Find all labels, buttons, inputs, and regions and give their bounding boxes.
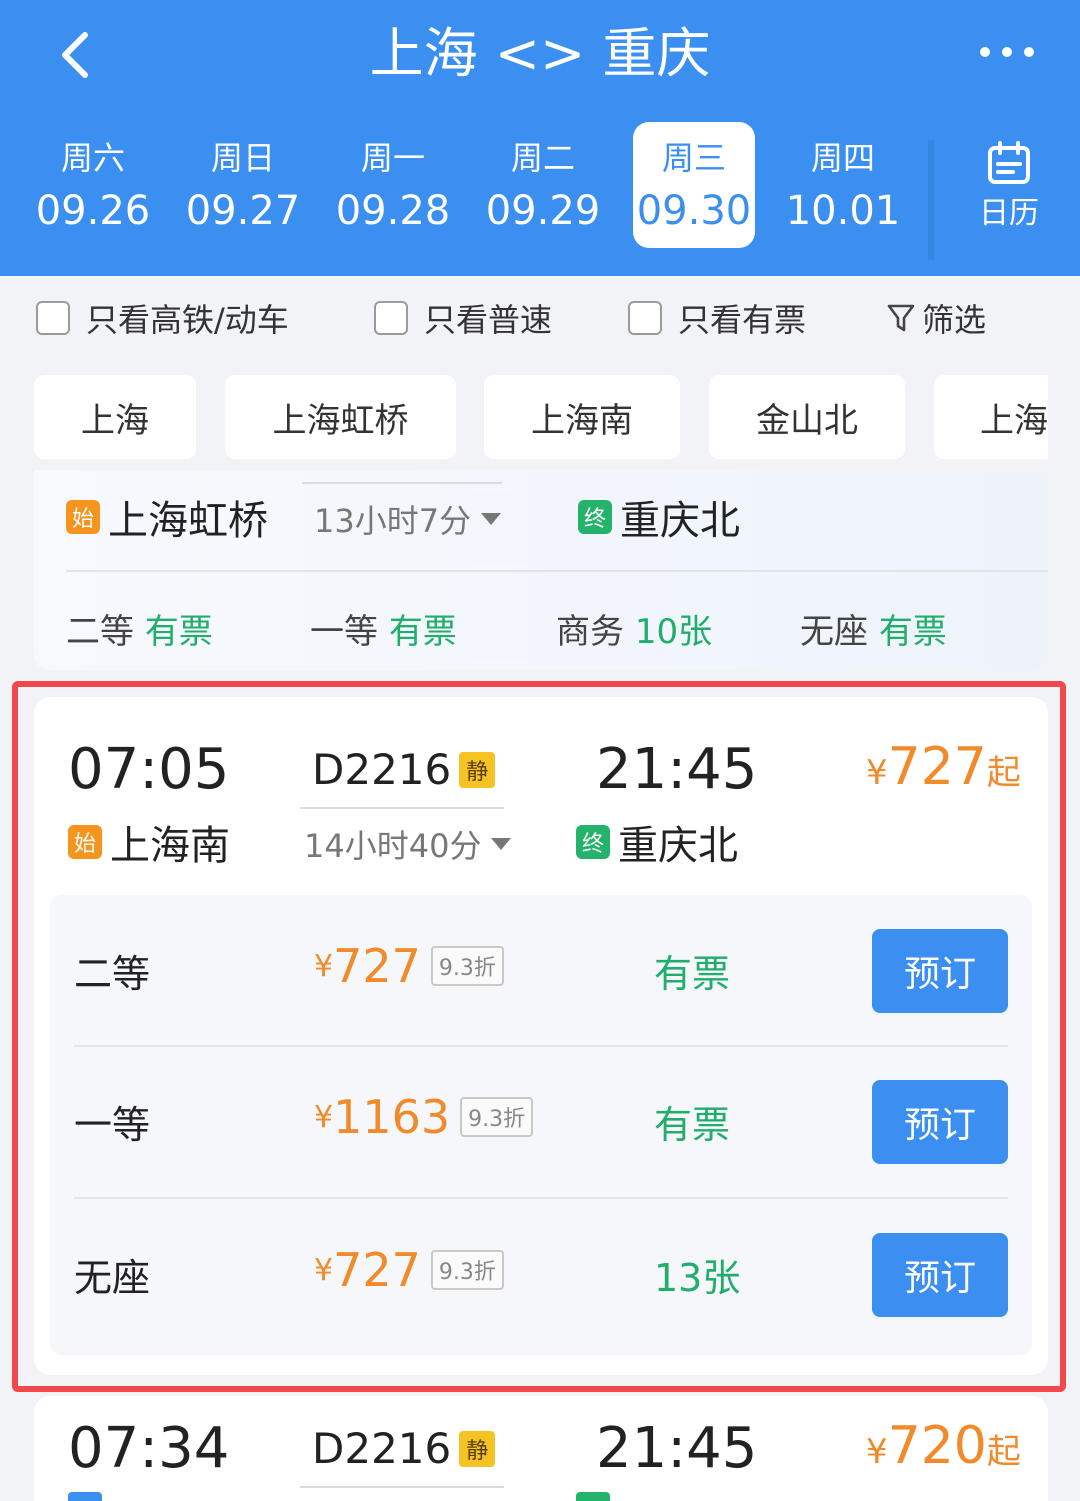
lowest-price: ¥ 720 起 [866, 1416, 1021, 1476]
date-tab-0930-selected[interactable]: 周三 09.30 [633, 122, 755, 248]
checkbox[interactable] [628, 301, 662, 335]
filter-button[interactable]: 筛选 [886, 290, 986, 346]
highlight-frame [12, 681, 1066, 1392]
seat-summary-status: 有票 [388, 612, 457, 652]
filter-label: 筛选 [922, 301, 987, 339]
train-number: D2216 静 [312, 1424, 496, 1473]
more-icon-dot [1024, 47, 1034, 57]
chevron-left-icon [62, 32, 88, 78]
price-suffix: 起 [986, 1432, 1021, 1472]
filter-bar: 只看高铁/动车 只看普速 只看有票 筛选 [0, 290, 1080, 350]
end-badge-partial [576, 1492, 610, 1501]
date-tab-0929[interactable]: 周二 09.29 [468, 122, 618, 248]
date-weekday: 周日 [210, 139, 275, 177]
more-options-button[interactable] [962, 22, 1052, 82]
train-number-text: D2216 [312, 1424, 452, 1473]
seat-summary-name: 无座 [800, 612, 868, 652]
date-value: 09.27 [185, 188, 301, 234]
train-card-previous[interactable]: 始 上海虹桥 13小时7分 终 重庆北 二等 有票 一等 有票 商务 10张 无… [34, 470, 1048, 670]
start-badge: 始 [66, 500, 100, 534]
more-icon [980, 47, 990, 57]
seat-summary-business: 商务 10张 [556, 604, 712, 653]
date-value: 09.29 [485, 188, 601, 234]
date-tab-0926[interactable]: 周六 09.26 [18, 122, 168, 248]
from-station: 始 上海虹桥 [66, 488, 268, 546]
seat-summary-name: 一等 [310, 612, 378, 652]
date-weekday: 周四 [810, 139, 875, 177]
date-value: 09.26 [35, 188, 151, 234]
depart-time: 07:34 [68, 1416, 230, 1481]
filter-available-only[interactable]: 只看有票 [628, 290, 806, 346]
more-icon-dot [1002, 47, 1012, 57]
arrive-time: 21:45 [596, 1416, 758, 1481]
station-chips: 上海 上海虹桥 上海南 金山北 上海 [34, 375, 1048, 461]
calendar-label: 日历 [979, 196, 1039, 231]
price-currency: ¥ [866, 1432, 888, 1472]
station-chip-shanghai[interactable]: 上海 [34, 375, 196, 459]
seat-summary-status: 有票 [878, 612, 947, 652]
date-selector: 周六 09.26 周日 09.27 周一 09.28 周二 09.29 周三 0… [18, 122, 918, 252]
to-station-name: 重庆北 [620, 498, 740, 544]
back-button[interactable] [40, 20, 110, 90]
duration-line [300, 1486, 504, 1488]
calendar-button[interactable]: 日历 [950, 136, 1068, 246]
filter-label: 只看高铁/动车 [86, 301, 289, 339]
start-badge-partial [68, 1492, 102, 1501]
price-value: 720 [887, 1416, 987, 1476]
date-weekday: 周六 [60, 139, 125, 177]
duration-text: 13小时7分 [314, 502, 472, 540]
date-tab-1001[interactable]: 周四 10.01 [768, 122, 918, 248]
checkbox[interactable] [374, 301, 408, 335]
end-badge: 终 [578, 500, 612, 534]
seat-summary-name: 商务 [556, 612, 624, 652]
seat-summary-name: 二等 [66, 612, 134, 652]
from-station-name: 上海虹桥 [108, 498, 268, 544]
funnel-icon [887, 304, 915, 332]
station-chip-shanghai-south[interactable]: 上海南 [484, 375, 680, 459]
calendar-icon [988, 141, 1030, 184]
calendar-divider [928, 140, 934, 260]
date-weekday: 周二 [510, 139, 575, 177]
quiet-car-badge: 静 [459, 1430, 496, 1467]
seat-summary-second: 二等 有票 [66, 604, 213, 653]
seat-summary-standing: 无座 有票 [800, 604, 947, 653]
date-value: 09.30 [636, 188, 752, 234]
seat-summary-first: 一等 有票 [310, 604, 457, 653]
filter-normal-speed[interactable]: 只看普速 [374, 290, 552, 346]
date-tab-0928[interactable]: 周一 09.28 [318, 122, 468, 248]
to-station: 终 重庆北 [578, 488, 740, 546]
date-weekday: 周一 [360, 139, 425, 177]
date-tab-0927[interactable]: 周日 09.27 [168, 122, 318, 248]
route-title: 上海 <> 重庆 [369, 22, 711, 85]
filter-label: 只看有票 [678, 301, 807, 339]
date-weekday: 周三 [661, 139, 726, 177]
station-chip-shanghai-hongqiao[interactable]: 上海虹桥 [225, 375, 456, 459]
divider [66, 570, 1048, 572]
station-chip-shanghai-2[interactable]: 上海 [934, 375, 1048, 459]
filter-label: 只看普速 [424, 301, 553, 339]
caret-down-icon [481, 513, 502, 525]
date-value: 10.01 [785, 188, 901, 234]
station-chip-jinshan-north[interactable]: 金山北 [709, 375, 905, 459]
duration-line [302, 482, 502, 484]
checkbox[interactable] [36, 301, 70, 335]
filter-high-speed[interactable]: 只看高铁/动车 [36, 290, 289, 346]
train-card-next[interactable]: 07:34 D2216 静 21:45 ¥ 720 起 [34, 1396, 1048, 1501]
duration[interactable]: 13小时7分 [314, 496, 502, 542]
top-header: 上海 <> 重庆 周六 09.26 周日 09.27 周一 09.28 周二 0… [0, 0, 1080, 276]
date-value: 09.28 [335, 188, 451, 234]
seat-summary-status: 有票 [144, 612, 213, 652]
seat-summary-status: 10张 [634, 612, 713, 652]
